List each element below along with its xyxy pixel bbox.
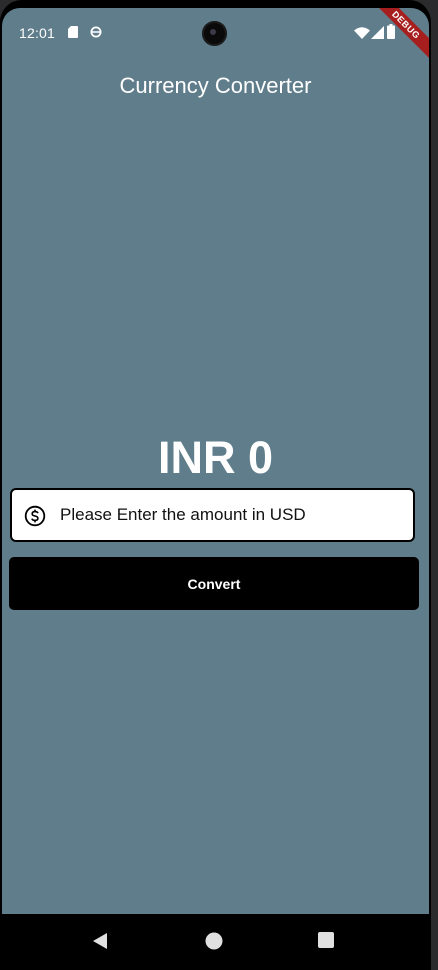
phone-device: 12:01 DEBUG Currency Converter INR 0 Ple… [0,0,431,970]
home-icon[interactable] [205,932,223,950]
sync-icon [90,26,102,38]
front-camera [202,21,227,46]
back-icon[interactable] [91,932,109,950]
status-bar: 12:01 DEBUG [2,8,429,62]
app-screen: 12:01 DEBUG Currency Converter INR 0 Ple… [2,8,429,914]
battery-icon [387,24,395,39]
navigation-bar [0,914,431,970]
conversion-result: INR 0 [157,432,274,483]
convert-button[interactable]: Convert [9,557,419,610]
amount-field[interactable] [10,488,415,542]
sd-card-icon [68,26,78,38]
status-time: 12:01 [19,25,56,41]
amount-input[interactable] [60,490,400,540]
dollar-circle-icon [24,505,46,527]
recents-icon[interactable] [318,932,334,948]
wifi-icon [354,27,370,39]
signal-icon [371,26,384,39]
app-bar-title: Currency Converter [119,73,312,98]
